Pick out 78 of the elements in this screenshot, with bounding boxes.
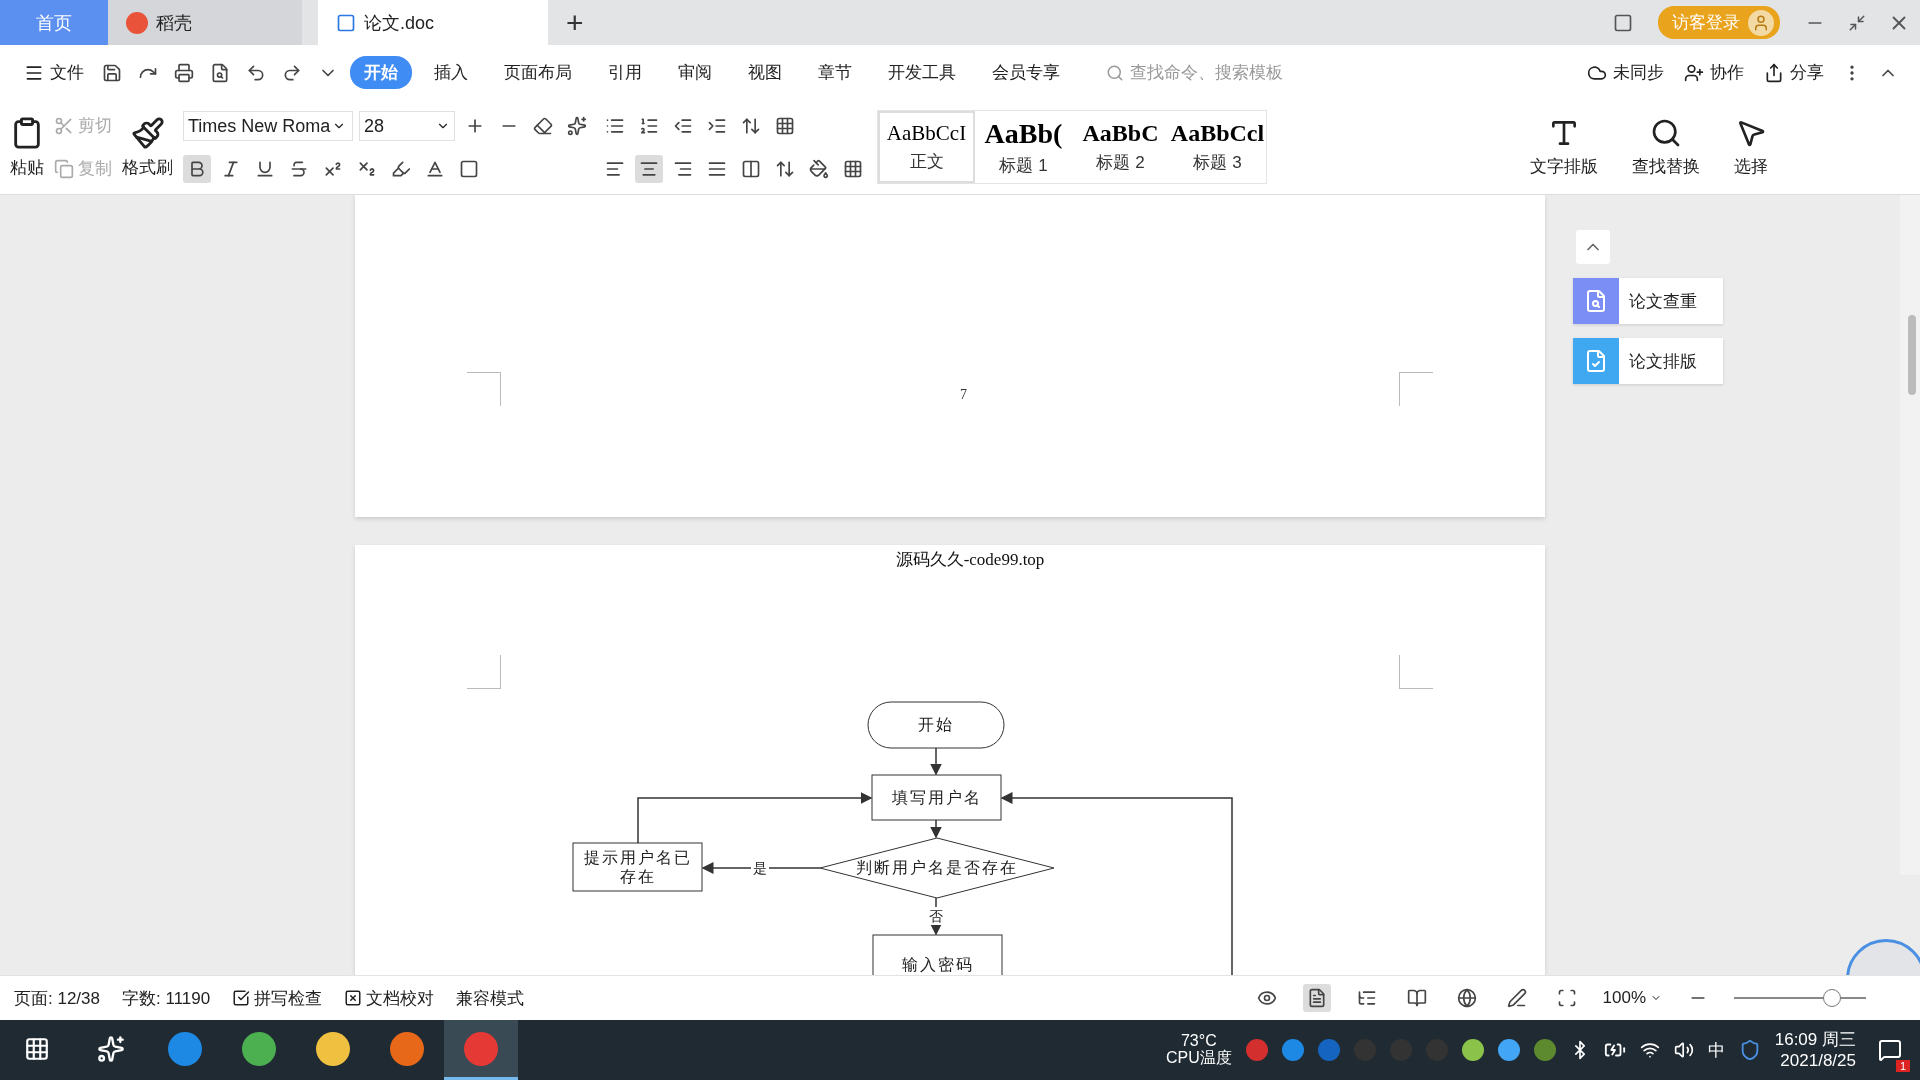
ribbon-tool-button[interactable]: 选择 <box>1722 104 1780 190</box>
tray-icon[interactable] <box>1281 1039 1304 1061</box>
crop-mark <box>467 655 501 689</box>
zoom-dropdown[interactable]: 100% <box>1602 988 1662 1008</box>
scrollbar[interactable] <box>1900 195 1920 875</box>
avatar-icon <box>1748 9 1774 36</box>
file-menu[interactable]: 文件 <box>18 61 90 84</box>
flowchart-node: 开始 <box>867 701 1005 749</box>
new-tab-button[interactable]: + <box>548 0 602 45</box>
ribbon-tab[interactable]: 页面布局 <box>490 56 586 89</box>
compat-mode: 兼容模式 <box>456 987 525 1010</box>
word-count: 字数: 11190 <box>122 987 211 1010</box>
clock[interactable]: 16:09 周三 2021/8/25 <box>1774 1028 1856 1072</box>
ime-indicator[interactable]: 中 <box>1707 1038 1725 1062</box>
arrow <box>930 819 942 839</box>
notification-badge: 1 <box>1895 1060 1910 1072</box>
flowchart-node: 判断用户名是否存在 <box>819 837 1055 899</box>
style-item[interactable]: AaBbCcI 正文 <box>878 111 975 183</box>
font-name-field[interactable]: Times New Roma <box>183 111 353 141</box>
user-plus-icon <box>1684 62 1704 83</box>
style-item[interactable]: AaBb( 标题 1 <box>975 111 1072 183</box>
side-panel-button[interactable]: 论文排版 <box>1573 338 1723 384</box>
document-icon <box>336 12 356 33</box>
arrow <box>930 747 942 776</box>
tray-icon[interactable] <box>1245 1039 1268 1061</box>
crop-mark <box>467 372 501 406</box>
scissors-icon <box>54 115 74 136</box>
notification-icon[interactable] <box>1878 1038 1902 1062</box>
bold-icon[interactable] <box>183 155 211 183</box>
view-mode-icon[interactable] <box>1302 984 1331 1012</box>
checkbox-icon <box>232 989 251 1007</box>
proofread-button[interactable]: 文档校对 <box>344 986 435 1010</box>
tray-icon[interactable] <box>1533 1039 1556 1061</box>
tray-icon[interactable] <box>1461 1039 1484 1061</box>
edge-label: 是 <box>751 859 769 877</box>
ribbon-tab[interactable]: 审阅 <box>664 56 726 89</box>
docer-icon <box>126 11 148 34</box>
crop-mark <box>1399 372 1433 406</box>
ribbon-tab[interactable]: 开发工具 <box>874 56 970 89</box>
style-item[interactable]: AaBbCcl 标题 3 <box>1169 111 1266 183</box>
flowchart-node: 提示用户名已存在 <box>572 842 703 892</box>
taskbar-app-icon[interactable] <box>444 1020 518 1080</box>
ribbon-tab[interactable]: 会员专享 <box>978 56 1074 89</box>
share-button[interactable]: 分享 <box>1758 61 1830 84</box>
page-number: 7 <box>960 387 967 403</box>
flowchart-node: 填写用户名 <box>871 774 1002 821</box>
flowchart-node: 输入密码 <box>872 934 1003 975</box>
ribbon-tab[interactable]: 章节 <box>804 56 866 89</box>
page-header: 源码久久-code99.top <box>895 549 1045 571</box>
style-item[interactable]: AaBbC 标题 2 <box>1072 111 1169 183</box>
app-tab[interactable]: 论文.doc <box>318 0 548 45</box>
paste-button[interactable]: 粘贴 <box>10 104 44 190</box>
font-size-field[interactable]: 28 <box>359 111 455 141</box>
format-painter-button[interactable]: 格式刷 <box>122 104 173 190</box>
sync-status[interactable]: 未同步 <box>1581 61 1670 84</box>
ribbon-tool-button[interactable]: 文字排版 <box>1518 104 1610 190</box>
volume-icon[interactable] <box>1673 1040 1694 1060</box>
collaborate-button[interactable]: 协作 <box>1678 61 1750 84</box>
page-count: 页面: 12/38 <box>14 987 100 1010</box>
ribbon-tab[interactable]: 插入 <box>420 56 482 89</box>
share-icon <box>1764 62 1784 83</box>
ribbon-tab[interactable]: 引用 <box>594 56 656 89</box>
copy-icon <box>54 158 74 179</box>
cpu-temperature: 73°C CPU温度 <box>1165 1033 1232 1067</box>
app-tab[interactable]: 稻壳 <box>108 0 302 45</box>
ribbon-tool-button[interactable]: 查找替换 <box>1620 104 1712 190</box>
crop-mark <box>1399 655 1433 689</box>
side-panel-button[interactable]: 论文查重 <box>1573 278 1723 324</box>
search-icon <box>1106 63 1124 82</box>
edge-label: 否 <box>927 907 945 925</box>
x-box-icon <box>344 989 363 1007</box>
align-icon[interactable] <box>635 154 663 183</box>
tray-icon[interactable] <box>1497 1039 1520 1061</box>
wifi-icon[interactable] <box>1639 1040 1660 1060</box>
ribbon-tab[interactable]: 视图 <box>734 56 796 89</box>
brush-icon <box>130 115 165 150</box>
command-search-field[interactable]: 查找命令、搜索模板 <box>1106 61 1326 84</box>
spell-check-button[interactable]: 拼写检查 <box>232 986 323 1010</box>
